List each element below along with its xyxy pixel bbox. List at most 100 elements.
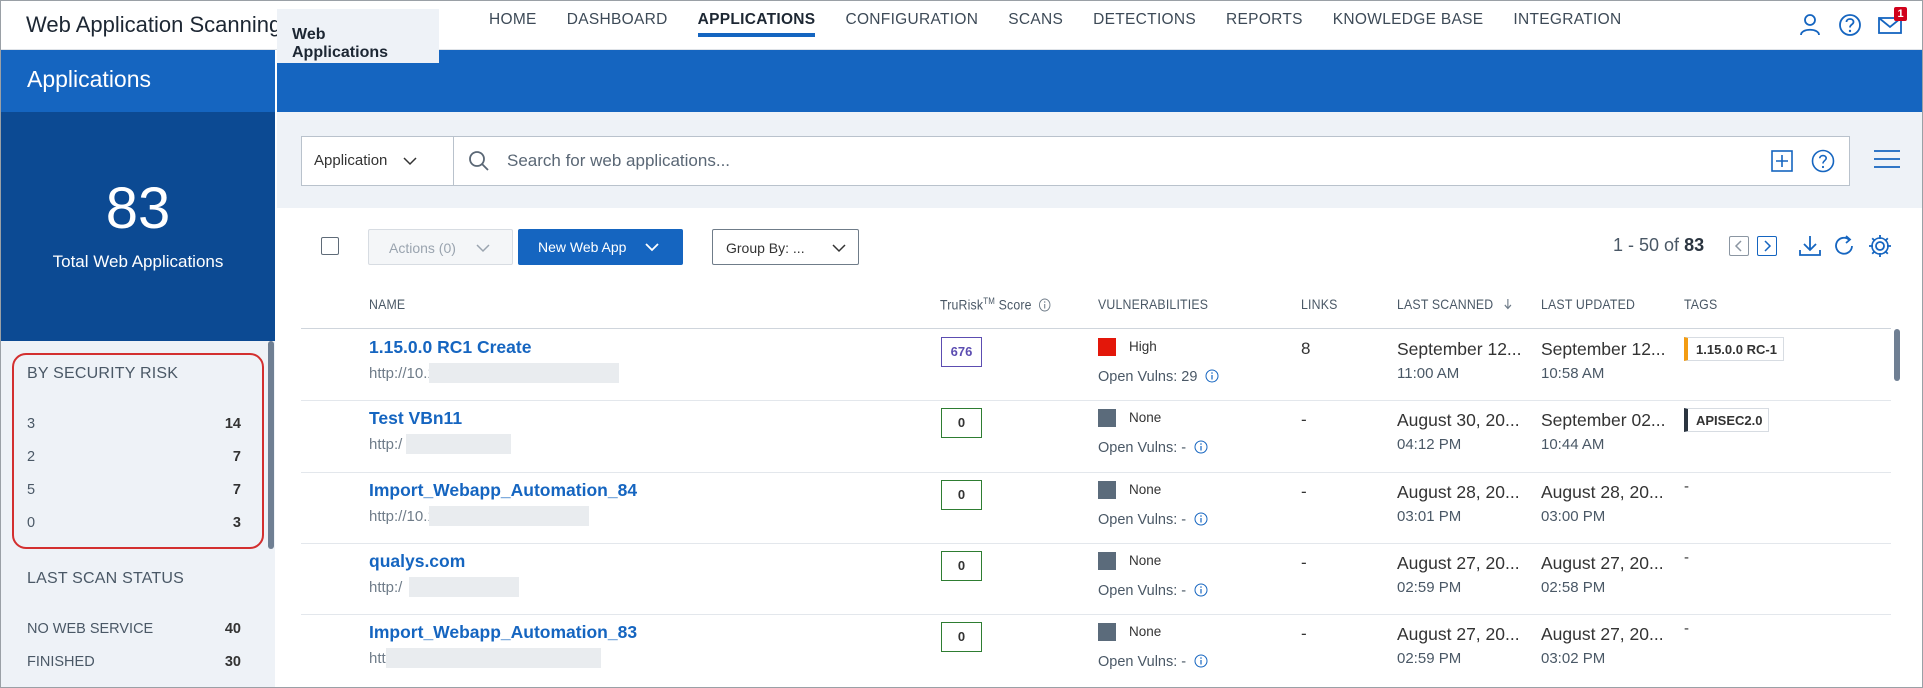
last-scanned-date: August 27, 20...: [1397, 552, 1520, 573]
user-icon[interactable]: [1796, 11, 1824, 39]
last-scanned-time: 03:01 PM: [1397, 507, 1462, 525]
refresh-icon[interactable]: [1831, 233, 1857, 259]
info-icon[interactable]: [1039, 298, 1051, 312]
tab-web-applications[interactable]: Web Applications: [277, 9, 439, 63]
pagination-info: 1 - 50 of 83: [1613, 235, 1704, 256]
row-divider: [301, 400, 1891, 402]
search-scope-select[interactable]: Application: [302, 137, 454, 185]
next-page-button[interactable]: [1757, 236, 1777, 256]
scan-status-filter-row[interactable]: NO WEB SERVICE 40: [27, 621, 241, 637]
links-count: -: [1301, 481, 1307, 501]
last-scanned-date: August 30, 20...: [1397, 410, 1520, 431]
tag-chip[interactable]: 1.15.0.0 RC-1: [1684, 337, 1784, 361]
column-header-score[interactable]: TruRiskTM Score: [940, 296, 1051, 313]
select-all-checkbox[interactable]: [321, 237, 339, 255]
trurisk-score-badge[interactable]: 0: [941, 622, 982, 653]
redacted-url-mask: [386, 648, 491, 669]
help-icon[interactable]: [1836, 11, 1864, 39]
highlight-annotation: [12, 353, 264, 549]
scan-status-filter-row[interactable]: FINISHED 30: [27, 654, 241, 670]
total-count: 83: [105, 176, 171, 241]
last-updated-date: August 27, 20...: [1541, 552, 1664, 573]
app-name-link[interactable]: Import_Webapp_Automation_84: [369, 480, 637, 501]
gear-icon[interactable]: [1867, 233, 1893, 259]
sidebar-scrollbar[interactable]: [268, 341, 274, 549]
open-vulns[interactable]: Open Vulns: -: [1098, 440, 1208, 456]
severity-label: High: [1129, 339, 1157, 354]
last-scanned-time: 02:59 PM: [1397, 650, 1462, 668]
info-icon[interactable]: [1205, 369, 1219, 383]
search-icon: [469, 151, 489, 171]
severity-label: None: [1129, 481, 1162, 497]
app-name-link[interactable]: 1.15.0.0 RC1 Create: [369, 337, 531, 358]
chevron-right-icon: [1764, 240, 1772, 252]
app-name-link[interactable]: Import_Webapp_Automation_83: [369, 622, 637, 643]
nav-integration[interactable]: INTEGRATION: [1513, 1, 1621, 50]
search-help-icon[interactable]: [1810, 148, 1836, 174]
nav-configuration[interactable]: CONFIGURATION: [845, 1, 978, 50]
prev-page-button[interactable]: [1729, 236, 1749, 256]
column-header-last-scanned[interactable]: LAST SCANNED: [1397, 296, 1513, 312]
actions-label: Actions (0): [389, 240, 456, 256]
trurisk-score-badge[interactable]: 0: [941, 408, 982, 439]
tag-empty: -: [1684, 548, 1689, 566]
score-header-tm: TM: [983, 296, 996, 306]
tab-apis[interactable]: APIs: [455, 9, 489, 63]
nav-knowledge-base[interactable]: KNOWLEDGE BASE: [1333, 1, 1484, 50]
column-header-name[interactable]: NAME: [369, 296, 405, 312]
info-icon[interactable]: [1194, 512, 1208, 526]
table-scrollbar[interactable]: [1894, 329, 1900, 381]
tag-chip[interactable]: APISEC2.0: [1684, 408, 1770, 433]
trurisk-score-badge[interactable]: 0: [941, 550, 982, 581]
severity-indicator: [1098, 480, 1116, 499]
open-vulns-text: Open Vulns: -: [1098, 654, 1187, 671]
open-vulns[interactable]: Open Vulns: -: [1098, 512, 1208, 528]
redacted-url-mask: [541, 363, 611, 383]
download-icon[interactable]: [1797, 233, 1823, 259]
last-updated-time: 02:58 PM: [1541, 578, 1606, 596]
open-vulns[interactable]: Open Vulns: -: [1098, 654, 1208, 670]
nav-scans[interactable]: SCANS: [1008, 1, 1063, 50]
nav-detections[interactable]: DETECTIONS: [1093, 1, 1196, 50]
column-header-last-updated[interactable]: LAST UPDATED: [1541, 296, 1635, 312]
group-by-select[interactable]: Group By: ...: [712, 229, 859, 265]
open-vulns[interactable]: Open Vulns: 29: [1098, 369, 1219, 385]
chevron-left-icon: [1734, 240, 1742, 252]
add-icon[interactable]: [1770, 149, 1794, 173]
info-icon[interactable]: [1194, 654, 1208, 668]
app-name-link[interactable]: Test VBn11: [369, 408, 462, 429]
tab-catalog[interactable]: Catalog: [521, 9, 576, 63]
info-icon[interactable]: [1194, 583, 1208, 597]
app-name-link[interactable]: qualys.com: [369, 551, 465, 572]
row-divider: [301, 614, 1891, 616]
nav-reports[interactable]: REPORTS: [1226, 1, 1303, 50]
app-frame: Web Application Scanning HOME DASHBOARD AP…: [0, 0, 1923, 688]
new-web-app-button[interactable]: New Web App: [518, 229, 683, 265]
column-header-links[interactable]: LINKS: [1301, 296, 1337, 312]
last-updated-date: August 28, 20...: [1541, 481, 1664, 502]
trurisk-score-badge[interactable]: 676: [941, 337, 982, 367]
app-url: http:/: [369, 578, 403, 596]
redacted-url-mask: [481, 648, 601, 669]
info-icon[interactable]: [1194, 440, 1208, 454]
links-count: 8: [1301, 339, 1311, 358]
trurisk-score-badge[interactable]: 0: [941, 479, 982, 510]
menu-icon[interactable]: [1873, 148, 1901, 170]
nav-applications[interactable]: APPLICATIONS: [697, 1, 816, 50]
redacted-url-mask: [429, 505, 589, 526]
last-updated-time: 03:00 PM: [1541, 507, 1606, 525]
mail-button[interactable]: 1: [1876, 7, 1907, 39]
tab-maps[interactable]: Maps: [610, 9, 649, 63]
app-title: Web Application Scanning: [26, 12, 282, 37]
severity-indicator: [1098, 338, 1116, 356]
search-scope-label: Application: [314, 152, 388, 169]
search-input[interactable]: [507, 137, 1707, 185]
open-vulns[interactable]: Open Vulns: -: [1098, 583, 1208, 599]
total-summary[interactable]: 83 Total Web Applications: [1, 112, 275, 341]
app-url: http:/: [369, 436, 403, 454]
column-header-tags[interactable]: TAGS: [1684, 296, 1717, 312]
actions-button[interactable]: Actions (0): [368, 229, 513, 265]
column-header-vulnerabilities[interactable]: VULNERABILITIES: [1098, 296, 1208, 312]
tag-empty: -: [1684, 620, 1689, 638]
pagination-total: 83: [1684, 235, 1705, 255]
